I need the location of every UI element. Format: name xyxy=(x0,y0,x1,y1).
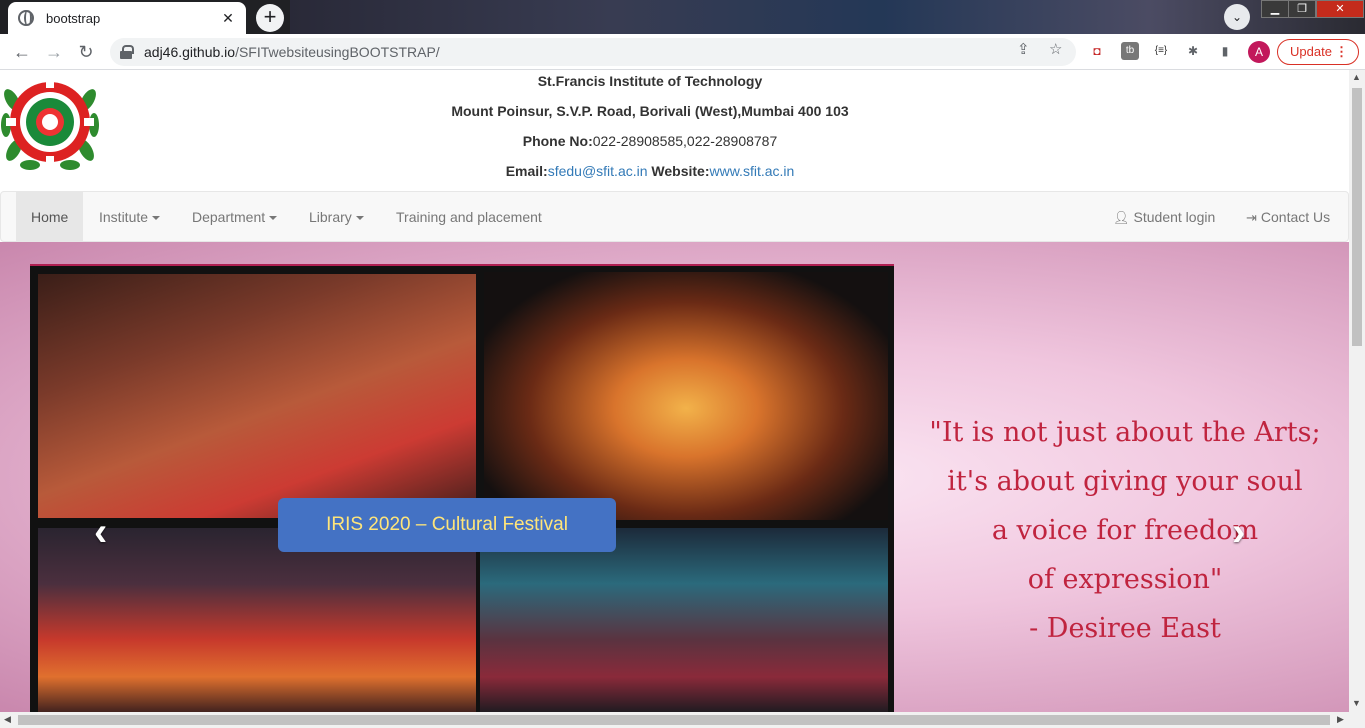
institute-phone: Phone No:022-28908585,022-28908787 xyxy=(522,133,778,149)
star-icon[interactable]: ☆ xyxy=(1049,40,1062,58)
photo-crowd xyxy=(38,274,476,518)
address-bar[interactable]: adj46.github.io/SFITwebsiteusingBOOTSTRA… xyxy=(110,38,1076,66)
institute-header: St.Francis Institute of Technology Mount… xyxy=(300,70,1000,190)
update-button[interactable]: Update ⋮ xyxy=(1277,39,1359,65)
email-link[interactable]: sfedu@sfit.ac.in xyxy=(548,163,648,179)
browser-tab[interactable]: bootstrap ✕ xyxy=(8,2,246,34)
slide-quote: "It is not just about the Arts; it's abo… xyxy=(929,417,1321,644)
window-close-icon[interactable]: ✕ xyxy=(1316,0,1364,18)
scroll-down-icon[interactable]: ▼ xyxy=(1352,698,1361,708)
tab-close-icon[interactable]: ✕ xyxy=(220,10,236,27)
profile-avatar[interactable]: A xyxy=(1248,41,1270,63)
nav-student-login[interactable]: 👤︎ Student login xyxy=(1098,192,1230,242)
web-page: St.Francis Institute of Technology Mount… xyxy=(0,70,1349,712)
caret-icon xyxy=(355,216,364,221)
scroll-left-icon[interactable]: ◀ xyxy=(4,714,11,725)
horizontal-scroll-thumb[interactable] xyxy=(18,715,1330,725)
url-host: adj46.github.io xyxy=(144,44,236,60)
taskbar-background xyxy=(290,0,1365,34)
caret-icon xyxy=(269,216,278,221)
forward-icon[interactable]: → xyxy=(42,40,66,64)
tab-search-icon[interactable]: ⌄ xyxy=(1224,4,1250,30)
caret-icon xyxy=(152,216,161,221)
nav-library[interactable]: Library xyxy=(294,192,379,242)
carousel-prev-icon[interactable]: ‹ xyxy=(94,510,107,555)
browser-titlebar: bootstrap ✕ + ⌄ ▁ ❐ ✕ xyxy=(0,0,1365,34)
carousel-next-icon[interactable]: › xyxy=(1232,510,1245,555)
scroll-right-icon[interactable]: ▶ xyxy=(1337,714,1344,725)
photo-dance xyxy=(484,272,888,520)
url-path: /SFITwebsiteusingBOOTSTRAP/ xyxy=(235,44,440,60)
puzzle-icon[interactable]: ✱ xyxy=(1184,42,1202,60)
slide-caption: IRIS 2020 – Cultural Festival xyxy=(278,498,616,552)
reload-icon[interactable]: ↻ xyxy=(74,40,98,64)
extension-json-icon[interactable]: {≡} xyxy=(1152,42,1170,60)
website-link[interactable]: www.sfit.ac.in xyxy=(710,163,795,179)
sidepanel-icon[interactable]: ▮ xyxy=(1216,42,1234,60)
browser-toolbar: ← → ↻ adj46.github.io/SFITwebsiteusingBO… xyxy=(0,34,1365,70)
photo-group-dance xyxy=(480,528,888,712)
lock-icon[interactable] xyxy=(120,45,134,59)
institute-contact: Email:sfedu@sfit.ac.in Website:www.sfit.… xyxy=(505,163,795,179)
update-label: Update xyxy=(1290,44,1332,59)
share-icon[interactable]: ⇪ xyxy=(1017,40,1030,58)
nav-contact-us[interactable]: ⇥ Contact Us xyxy=(1231,192,1345,242)
globe-icon xyxy=(18,10,34,26)
back-icon[interactable]: ← xyxy=(10,40,34,64)
institute-address: Mount Poinsur, S.V.P. Road, Borivali (We… xyxy=(451,103,849,119)
photo-performance xyxy=(38,528,476,712)
user-icon: 👤︎ xyxy=(1113,210,1130,225)
login-icon: ⇥ xyxy=(1246,210,1257,225)
vertical-scroll-thumb[interactable] xyxy=(1352,88,1362,346)
tab-title: bootstrap xyxy=(46,10,101,26)
sfit-logo xyxy=(1,78,99,170)
new-tab-button[interactable]: + xyxy=(256,4,284,32)
scroll-up-icon[interactable]: ▲ xyxy=(1352,72,1361,82)
nav-training-placement[interactable]: Training and placement xyxy=(381,192,557,242)
nav-institute[interactable]: Institute xyxy=(84,192,175,242)
extension-tb-icon[interactable]: tb xyxy=(1121,42,1139,60)
restore-icon[interactable]: ❐ xyxy=(1288,0,1316,18)
nav-department[interactable]: Department xyxy=(177,192,292,242)
vertical-scrollbar[interactable]: ▲ ▼ xyxy=(1349,70,1365,712)
institute-name: St.Francis Institute of Technology xyxy=(537,73,763,89)
horizontal-scrollbar[interactable]: ◀ ▶ xyxy=(0,712,1365,728)
minimize-icon[interactable]: ▁ xyxy=(1261,0,1289,18)
image-carousel: IRIS 2020 – Cultural Festival "It is not… xyxy=(0,242,1349,712)
slide-image-collage xyxy=(30,264,894,712)
menu-icon: ⋮ xyxy=(1335,44,1348,59)
main-navbar: Home Institute Department Library Traini… xyxy=(0,191,1349,242)
nav-home[interactable]: Home xyxy=(16,192,84,242)
extension-shield-icon[interactable]: ◘ xyxy=(1088,42,1106,60)
